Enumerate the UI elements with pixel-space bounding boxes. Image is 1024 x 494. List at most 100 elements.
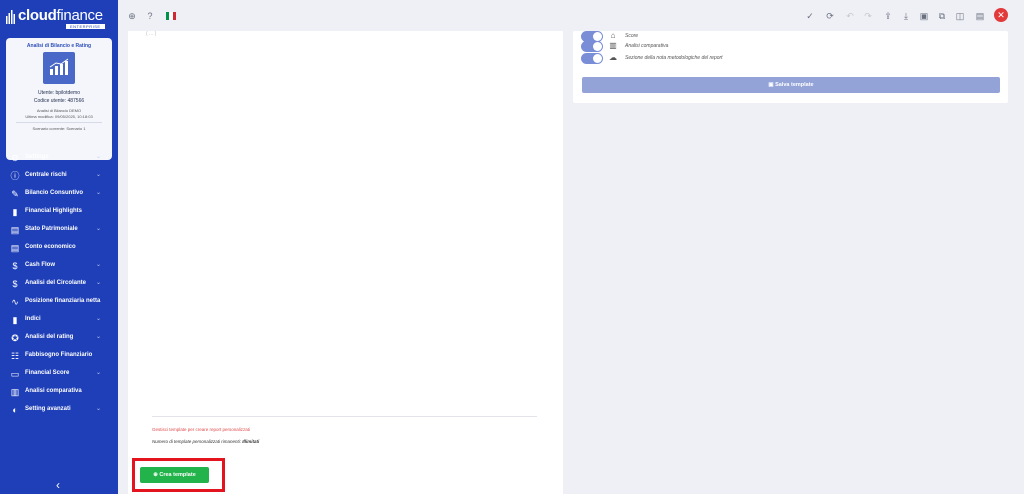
chevron-down-icon: ⌄ <box>96 226 102 232</box>
chevron-down-icon: ⌄ <box>96 190 102 196</box>
project-thumbnail <box>43 52 75 84</box>
gear-icon: ⚙ <box>10 153 20 163</box>
download-icon[interactable]: ⤓ <box>900 10 912 22</box>
section-label: Sezione della nota metodologiche del rep… <box>625 55 723 61</box>
document-icon: ▤ <box>10 225 20 235</box>
info-circle-icon: ⓘ <box>10 171 20 181</box>
save-icon: ▣ <box>768 82 774 88</box>
sidebar-item-label: Fabbisogno Finanziario <box>25 352 93 358</box>
book-icon: ▥ <box>609 41 617 50</box>
sidebar-item-conto-economico[interactable]: ▤ Conto economico <box>0 240 118 256</box>
sidebar-item-analisi-del-rating[interactable]: ✪ Analisi del rating ⌄ <box>0 330 118 346</box>
sidebar-item-label: Bilancio Consuntivo <box>25 190 84 196</box>
panel-top-label: ( ... ) <box>146 31 157 37</box>
section-toggle[interactable] <box>581 41 603 52</box>
remaining-templates-value: Illimitati <box>242 439 260 444</box>
refresh-icon[interactable]: ⟳ <box>824 10 836 22</box>
language-flag-icon[interactable] <box>166 12 176 20</box>
panel-divider <box>152 416 537 417</box>
sidebar-item-posizione-finanziaria-netta[interactable]: ∿ Posizione finanziaria netta <box>0 294 118 310</box>
logo-bars-icon <box>6 10 15 24</box>
cloud-icon: ☁ <box>609 53 617 62</box>
redo-icon[interactable]: ↷ <box>862 10 874 22</box>
bar-chart-icon: ▮ <box>12 207 18 217</box>
chevron-down-icon: ⌄ <box>96 316 102 322</box>
sidebar-item-stato-patrimoniale[interactable]: ▤ Stato Patrimoniale ⌄ <box>0 222 118 238</box>
sidebar-item-label: Analisi comparativa <box>25 388 82 394</box>
sidebar-item-label: Conto economico <box>25 244 76 250</box>
template-list-panel: ( ... ) Gestisci template per creare rep… <box>128 31 563 494</box>
user-code-line: Codice utente: 487566 <box>33 98 85 104</box>
last-modified-line: Ultima modifica: 09/05/2025, 10:18:03 <box>25 114 93 119</box>
save-icon[interactable]: ▣ <box>918 10 930 22</box>
chart-growth-icon <box>49 58 69 75</box>
document-icon: ▤ <box>10 243 20 253</box>
sidebar-item-analisi-del-circolante[interactable]: $ Analisi del Circolante ⌄ <box>0 276 118 292</box>
dollar-icon: $ <box>12 279 18 289</box>
sidebar-item-label: Stato Patrimoniale <box>25 226 78 232</box>
chevron-down-icon: ⌄ <box>96 280 102 286</box>
cloudfinance-logo[interactable]: cloudfinance ENTERPRISE <box>4 6 116 29</box>
sidebar-item-centrale-rischi[interactable]: ⓘ Centrale rischi ⌄ <box>0 168 118 184</box>
sidebar-item-label: Analisi del Circolante <box>25 280 87 286</box>
support-icon[interactable]: ⊕ <box>126 10 138 22</box>
manage-templates-hint: Gestisci template per creare report pers… <box>152 427 251 432</box>
sidebar-item-label: Financial Highlights <box>25 208 83 214</box>
report-section-row: ▥ Analisi comparativa <box>581 41 1001 53</box>
sidebar-item-label: Cash Flow <box>25 262 56 268</box>
user-line: Utente: bpilotdemo <box>38 90 80 96</box>
project-card: Analisi di Bilancio e Rating Utente: bpi… <box>6 38 112 160</box>
create-template-button[interactable]: ⊕ Crea template <box>140 467 209 483</box>
close-icon[interactable]: ✕ <box>994 8 1008 22</box>
copy-icon[interactable]: ⧉ <box>936 10 948 22</box>
toggle-icon: ◐ <box>12 405 18 415</box>
project-title: Analisi di Bilancio e Rating <box>26 43 92 49</box>
dollar-icon: $ <box>12 261 18 271</box>
sidebar-item-cash-flow[interactable]: $ Cash Flow ⌄ <box>0 258 118 274</box>
plus-circle-icon: ⊕ <box>153 472 158 478</box>
columns-icon[interactable]: ◫ <box>954 10 966 22</box>
chevron-down-icon: ⌄ <box>96 370 102 376</box>
sliders-icon: ☷ <box>10 351 20 361</box>
sidebar-item-label: Settings <box>25 154 49 160</box>
section-label: Score <box>625 33 639 39</box>
chevron-down-icon: ⌄ <box>96 154 102 160</box>
create-template-label: Crea template <box>159 472 196 478</box>
sidebar-item-setting-avanzati[interactable]: ◐ Setting avanzati ⌄ <box>0 402 118 418</box>
brand-wordmark: cloudfinance <box>18 7 103 24</box>
chevron-down-icon: ⌄ <box>96 172 102 178</box>
sidebar-item-fabbisogno-finanziario[interactable]: ☷ Fabbisogno Finanziario <box>0 348 118 364</box>
sidebar-item-financial-score[interactable]: ▭ Financial Score ⌄ <box>0 366 118 382</box>
sidebar-item-financial-highlights[interactable]: ▮ Financial Highlights <box>0 204 118 220</box>
home-icon: ⌂ <box>610 31 616 40</box>
section-label: Analisi comparativa <box>625 43 669 49</box>
top-toolbar: ⊕ ? ✓ ⟳ ↶ ↷ ⇪ ⤓ ▣ ⧉ ◫ ▤ ✕ <box>118 0 1024 32</box>
report-section-row: ☁ Sezione della nota metodologiche del re… <box>581 53 1001 65</box>
sidebar-item-label: Analisi del rating <box>25 334 74 340</box>
undo-icon[interactable]: ↶ <box>844 10 856 22</box>
help-icon[interactable]: ? <box>144 10 156 22</box>
upload-icon[interactable]: ⇪ <box>882 10 894 22</box>
sidebar-item-settings[interactable]: ⚙ Settings ⌄ <box>0 150 118 166</box>
edit-icon: ✎ <box>11 189 19 199</box>
chevron-down-icon: ⌄ <box>96 262 102 268</box>
collapse-sidebar-icon[interactable]: ‹ <box>56 478 60 492</box>
card-divider <box>16 122 102 123</box>
sidebar-item-indici[interactable]: ▮ Indici ⌄ <box>0 312 118 328</box>
check-icon[interactable]: ✓ <box>804 10 816 22</box>
sidebar-item-label: Posizione finanziaria netta <box>25 298 101 304</box>
sidebar-item-analisi-comparativa[interactable]: ▥ Analisi comparativa <box>0 384 118 400</box>
sidebar-item-bilancio-consuntivo[interactable]: ✎ Bilancio Consuntivo ⌄ <box>0 186 118 202</box>
sidebar-item-label: Setting avanzati <box>25 406 71 412</box>
company-line: Analisi di Bilancio DEMO <box>36 108 82 113</box>
brand-edition: ENTERPRISE <box>66 24 105 29</box>
report-icon[interactable]: ▤ <box>974 10 986 22</box>
pulse-icon: ∿ <box>11 297 19 307</box>
template-settings-panel: ▣ Salva template ⌂ Score ▥ Analisi comparat… <box>573 31 1008 103</box>
sidebar-item-label: Indici <box>25 316 41 322</box>
remaining-templates-text: Numero di template personalizzati rimane… <box>152 439 260 444</box>
sidebar: cloudfinance ENTERPRISE Analisi di Bilan… <box>0 0 118 494</box>
save-template-button[interactable]: ▣ Salva template <box>582 77 1000 93</box>
bar-chart-icon: ▮ <box>12 315 18 325</box>
section-toggle[interactable] <box>581 53 603 64</box>
